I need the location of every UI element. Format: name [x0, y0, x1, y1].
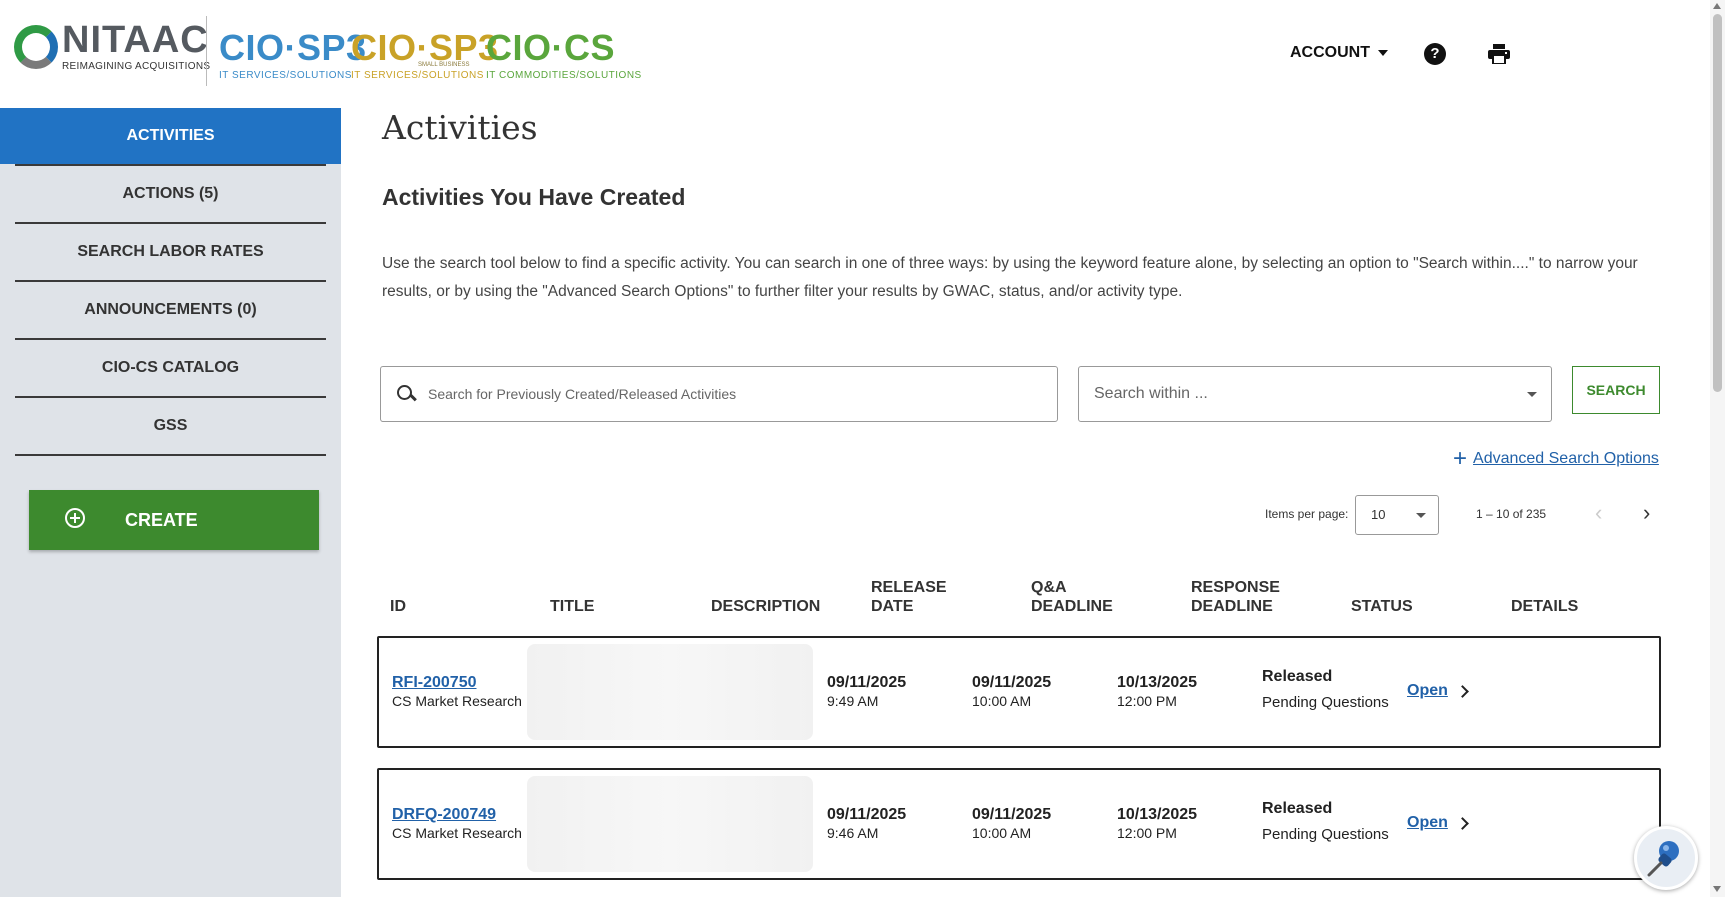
scroll-up-icon[interactable] — [1713, 3, 1721, 9]
activity-type: CS Market Research — [392, 693, 522, 709]
nitaac-ring-icon — [14, 25, 58, 69]
search-within-value: Search within ... — [1094, 385, 1208, 402]
table-row: DRFQ-200749 CS Market Research 09/11/202… — [377, 768, 1661, 880]
contract-logo-cio-sp3-small-business: CIO·SP3 IT SERVICES/SOLUTIONS — [351, 27, 499, 82]
search-button[interactable]: SEARCH — [1572, 366, 1660, 414]
sidebar-item-actions[interactable]: ACTIONS (5) — [15, 166, 326, 224]
search-field[interactable] — [380, 366, 1058, 422]
chevron-down-icon — [1378, 50, 1388, 56]
page-title: Activities — [382, 108, 538, 147]
activity-id-link[interactable]: DRFQ-200749 — [392, 806, 522, 824]
items-per-page-value: 10 — [1371, 507, 1386, 522]
app-header: NITAAC REIMAGINING ACQUISITIONS CIO·SP3 … — [0, 0, 1710, 108]
intro-text: Use the search tool below to find a spec… — [382, 255, 1638, 300]
status-badge: Released — [1262, 668, 1333, 685]
search-input[interactable] — [428, 386, 1028, 402]
sidebar-item-gss[interactable]: GSS — [15, 398, 326, 456]
scroll-down-icon[interactable] — [1713, 886, 1721, 892]
section-title: Activities You Have Created — [382, 184, 686, 210]
items-per-page-label: Items per page: — [1265, 507, 1349, 521]
pushpin-icon — [1647, 841, 1679, 877]
items-per-page-select[interactable]: 10 — [1355, 495, 1439, 535]
add-circle-icon — [65, 508, 85, 528]
logo-divider — [206, 16, 207, 86]
open-details-link[interactable]: Open — [1407, 682, 1469, 700]
sidebar-item-announcements[interactable]: ANNOUNCEMENTS (0) — [15, 282, 326, 340]
plus-icon: + — [1453, 445, 1468, 472]
account-label: ACCOUNT — [1290, 44, 1370, 61]
release-date-cell: 09/11/2025 9:49 AM — [827, 674, 907, 709]
activity-type: CS Market Research — [392, 825, 522, 841]
open-details-link[interactable]: Open — [1407, 814, 1469, 832]
advanced-search-link[interactable]: + Advanced Search Options — [1453, 445, 1659, 472]
small-business-tag: SMALL BUSINESS — [418, 62, 470, 68]
column-header-release-date[interactable]: RELEASE DATE — [871, 578, 947, 616]
contract-logo-cio-sp3: CIO·SP3 IT SERVICES/SOLUTIONS — [219, 27, 367, 82]
nitaac-logo[interactable]: NITAAC REIMAGINING ACQUISITIONS — [14, 19, 211, 72]
chevron-right-icon — [1456, 684, 1469, 698]
table-row: RFI-200750 CS Market Research 09/11/2025… — [377, 636, 1661, 748]
release-date-cell: 09/11/2025 9:46 AM — [827, 806, 907, 841]
create-button[interactable]: CREATE — [29, 490, 319, 550]
chevron-right-icon — [1456, 816, 1469, 830]
activity-id-cell: DRFQ-200749 CS Market Research — [392, 806, 522, 841]
contract-logo-cio-cs: CIO·CS IT COMMODITIES/SOLUTIONS — [486, 27, 642, 82]
account-menu[interactable]: ACCOUNT — [1290, 44, 1388, 62]
qa-deadline-cell: 09/11/2025 10:00 AM — [972, 806, 1052, 841]
main-content: Activities Activities You Have Created U… — [341, 108, 1710, 897]
advanced-search-label: Advanced Search Options — [1473, 450, 1659, 467]
logo-title: NITAAC — [62, 19, 209, 61]
redacted-title-description — [527, 644, 813, 740]
print-icon[interactable] — [1488, 44, 1510, 64]
activity-id-link[interactable]: RFI-200750 — [392, 674, 522, 692]
sidebar-item-search-labor-rates[interactable]: SEARCH LABOR RATES — [15, 224, 326, 282]
column-header-title[interactable]: TITLE — [550, 597, 594, 616]
status-cell: Released Pending Questions — [1262, 800, 1389, 843]
column-header-description[interactable]: DESCRIPTION — [711, 597, 820, 616]
column-header-details: DETAILS — [1511, 598, 1579, 615]
table-header: ID TITLE DESCRIPTION RELEASE DATE Q&A DE… — [390, 578, 1680, 618]
activity-id-cell: RFI-200750 CS Market Research — [392, 674, 522, 709]
next-page-icon[interactable]: › — [1643, 502, 1650, 524]
search-within-select[interactable]: Search within ... — [1078, 366, 1552, 422]
substatus: Pending Questions — [1262, 694, 1389, 711]
details-cell: Open — [1407, 814, 1469, 832]
redacted-title-description — [527, 776, 813, 872]
page-scrollbar[interactable] — [1710, 0, 1725, 897]
chevron-down-icon — [1527, 392, 1537, 397]
create-label: CREATE — [125, 509, 198, 530]
scroll-thumb[interactable] — [1713, 14, 1722, 392]
status-badge: Released — [1262, 800, 1333, 817]
sidebar-item-activities[interactable]: ACTIVITIES — [0, 108, 341, 164]
substatus: Pending Questions — [1262, 826, 1389, 843]
response-deadline-cell: 10/13/2025 12:00 PM — [1117, 674, 1198, 709]
sidebar-item-cio-cs-catalog[interactable]: CIO-CS CATALOG — [15, 340, 326, 398]
search-icon — [396, 384, 416, 404]
column-header-response-deadline[interactable]: RESPONSE DEADLINE — [1191, 578, 1280, 616]
pin-assistant-button[interactable] — [1634, 826, 1698, 890]
chevron-down-icon — [1416, 513, 1426, 518]
pagination-range: 1 – 10 of 235 — [1476, 507, 1547, 521]
help-icon[interactable]: ? — [1424, 43, 1446, 65]
sidebar: ACTIVITIES ACTIONS (5) SEARCH LABOR RATE… — [0, 108, 341, 897]
response-deadline-cell: 10/13/2025 12:00 PM — [1117, 806, 1198, 841]
qa-deadline-cell: 09/11/2025 10:00 AM — [972, 674, 1052, 709]
column-header-qa-deadline[interactable]: Q&A DEADLINE — [1031, 578, 1113, 616]
column-header-status[interactable]: STATUS — [1351, 597, 1413, 616]
status-cell: Released Pending Questions — [1262, 668, 1389, 711]
previous-page-icon[interactable]: ‹ — [1595, 502, 1602, 524]
column-header-id[interactable]: ID — [390, 597, 406, 616]
logo-tagline: REIMAGINING ACQUISITIONS — [62, 61, 211, 72]
details-cell: Open — [1407, 682, 1469, 700]
